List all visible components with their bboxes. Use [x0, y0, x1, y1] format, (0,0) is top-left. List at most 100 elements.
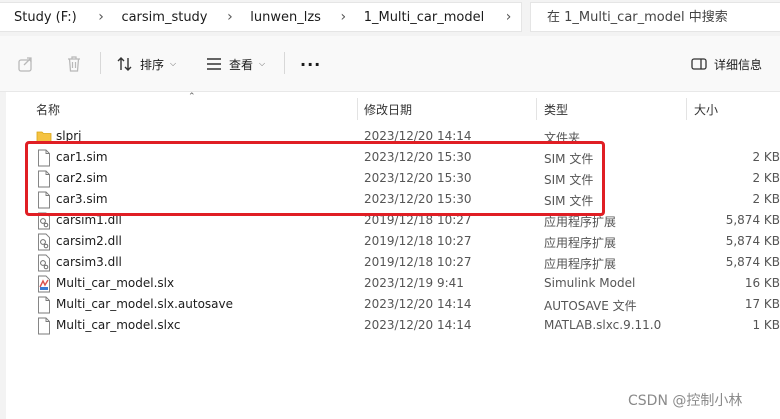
column-divider[interactable] — [686, 98, 687, 120]
column-divider[interactable] — [536, 98, 537, 120]
file-type: Simulink Model — [544, 276, 636, 290]
delete-button[interactable] — [64, 49, 84, 79]
file-row[interactable]: carsim2.dll 2019/12/18 10:27 应用程序扩展 5,87… — [0, 232, 780, 253]
file-type: 文件夹 — [544, 131, 581, 145]
breadcrumb-item-lunwen-lzs[interactable]: lunwen_lzs — [250, 10, 321, 25]
file-list: ⌃ 名称 修改日期 类型 大小 slprj 2023/12/20 14:14 文… — [0, 92, 780, 419]
more-options-button[interactable]: ··· — [300, 49, 321, 79]
search-input[interactable] — [545, 8, 769, 26]
file-icon — [38, 170, 50, 188]
file-size: 5,874 KB — [725, 213, 780, 227]
file-type: SIM 文件 — [544, 173, 594, 187]
breadcrumb[interactable]: Study (F:) › carsim_study › lunwen_lzs ›… — [0, 2, 522, 32]
dll-icon — [38, 212, 50, 230]
chevron-right-icon[interactable]: › — [331, 9, 356, 25]
chevron-right-icon[interactable]: › — [496, 9, 521, 25]
watermark: CSDN @控制小林 — [628, 393, 743, 409]
trash-icon — [68, 56, 80, 72]
file-row[interactable]: slprj 2023/12/20 14:14 文件夹 — [0, 127, 780, 148]
dll-icon — [38, 254, 50, 272]
file-icon — [38, 191, 50, 209]
file-type: AUTOSAVE 文件 — [544, 299, 637, 313]
file-name: carsim1.dll — [56, 213, 122, 227]
column-header-type[interactable]: 类型 — [544, 97, 568, 121]
chevron-down-icon: ⌵ — [170, 59, 177, 68]
command-bar: 排序 ⌵ 查看 ⌵ ··· 详细信息 — [0, 36, 780, 92]
navigation-pane-edge — [0, 92, 6, 419]
file-name: carsim2.dll — [56, 234, 122, 248]
file-name: carsim3.dll — [56, 255, 122, 269]
file-name: car3.sim — [56, 192, 108, 206]
breadcrumb-item-carsim-study[interactable]: carsim_study — [121, 10, 207, 25]
view-list-icon — [207, 58, 221, 70]
column-divider[interactable] — [357, 98, 358, 120]
address-bar: Study (F:) › carsim_study › lunwen_lzs ›… — [0, 0, 780, 36]
file-size: 1 KB — [752, 318, 780, 332]
file-name: car2.sim — [56, 171, 108, 185]
column-header-date[interactable]: 修改日期 — [364, 97, 412, 121]
file-date: 2023/12/20 14:14 — [364, 318, 472, 332]
file-row[interactable]: Multi_car_model.slx.autosave 2023/12/20 … — [0, 295, 780, 316]
toolbar-divider — [100, 52, 101, 74]
file-type: SIM 文件 — [544, 152, 594, 166]
file-date: 2023/12/20 15:30 — [364, 150, 472, 164]
details-label: 详细信息 — [714, 57, 763, 72]
file-name: Multi_car_model.slxc — [56, 318, 181, 332]
share-button[interactable] — [16, 49, 36, 79]
sort-label: 排序 — [140, 57, 165, 72]
details-pane-button[interactable]: 详细信息 — [690, 49, 762, 79]
file-row[interactable]: carsim1.dll 2019/12/18 10:27 应用程序扩展 5,87… — [0, 211, 780, 232]
breadcrumb-item-drive[interactable]: Study (F:) — [14, 10, 77, 25]
file-row[interactable]: Multi_car_model.slx 2023/12/19 9:41 Simu… — [0, 274, 780, 295]
file-size: 2 KB — [752, 171, 780, 185]
file-date: 2023/12/20 14:14 — [364, 129, 472, 143]
file-type: 应用程序扩展 — [544, 236, 617, 250]
column-header-name[interactable]: 名称 — [36, 97, 60, 121]
breadcrumb-item-current-folder[interactable]: 1_Multi_car_model — [364, 10, 485, 25]
sort-icon — [117, 57, 132, 71]
file-type: 应用程序扩展 — [544, 215, 617, 229]
chevron-right-icon[interactable]: › — [89, 9, 114, 25]
file-size: 5,874 KB — [725, 255, 780, 269]
file-type: MATLAB.slxc.9.11.0 — [544, 318, 662, 332]
file-row[interactable]: car1.sim 2023/12/20 15:30 SIM 文件 2 KB — [0, 148, 780, 169]
file-date: 2023/12/19 9:41 — [364, 276, 464, 290]
column-header-name-label: 名称 — [36, 102, 61, 117]
file-name: slprj — [56, 129, 82, 143]
file-row[interactable]: carsim3.dll 2019/12/18 10:27 应用程序扩展 5,87… — [0, 253, 780, 274]
share-icon — [18, 57, 32, 72]
file-type: SIM 文件 — [544, 194, 594, 208]
file-size: 5,874 KB — [725, 234, 780, 248]
file-date: 2019/12/18 10:27 — [364, 213, 472, 227]
file-name: car1.sim — [56, 150, 108, 164]
file-date: 2023/12/20 15:30 — [364, 171, 472, 185]
more-icon: ··· — [300, 54, 322, 74]
chevron-right-icon[interactable]: › — [218, 9, 243, 25]
simulink-icon — [38, 275, 50, 293]
file-size: 16 KB — [744, 276, 780, 290]
file-date: 2023/12/20 14:14 — [364, 297, 472, 311]
file-name: Multi_car_model.slx.autosave — [56, 297, 233, 311]
file-type: 应用程序扩展 — [544, 257, 617, 271]
file-name: Multi_car_model.slx — [56, 276, 175, 290]
file-row[interactable]: Multi_car_model.slxc 2023/12/20 14:14 MA… — [0, 316, 780, 337]
details-pane-icon — [691, 58, 707, 70]
column-header-size[interactable]: 大小 — [694, 97, 718, 121]
file-icon — [38, 317, 50, 335]
sort-button[interactable]: 排序 ⌵ — [116, 49, 176, 79]
file-date: 2019/12/18 10:27 — [364, 234, 472, 248]
column-header-size-label: 大小 — [694, 102, 719, 117]
search-box[interactable] — [530, 2, 780, 32]
column-header-date-label: 修改日期 — [364, 102, 413, 117]
file-icon — [38, 149, 50, 167]
file-size: 2 KB — [752, 192, 780, 206]
file-row[interactable]: car2.sim 2023/12/20 15:30 SIM 文件 2 KB — [0, 169, 780, 190]
file-row[interactable]: car3.sim 2023/12/20 15:30 SIM 文件 2 KB — [0, 190, 780, 211]
view-label: 查看 — [229, 57, 254, 72]
folder-icon — [36, 131, 52, 144]
dll-icon — [38, 233, 50, 251]
view-button[interactable]: 查看 ⌵ — [205, 49, 265, 79]
sort-ascending-icon: ⌃ — [188, 92, 196, 102]
column-header-type-label: 类型 — [544, 102, 569, 117]
file-rows: slprj 2023/12/20 14:14 文件夹 car1.sim 2023… — [0, 127, 780, 337]
